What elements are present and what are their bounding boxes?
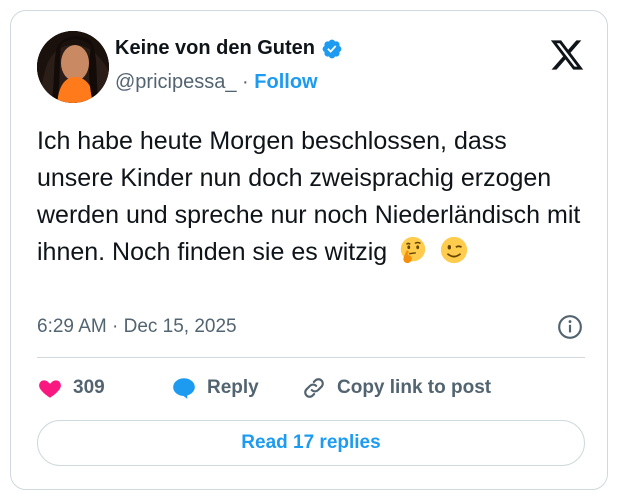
heart-icon bbox=[39, 380, 61, 398]
reply-label: Reply bbox=[207, 377, 259, 398]
like-count: 309 bbox=[73, 377, 105, 398]
reply-bubble-icon bbox=[173, 378, 195, 399]
author-handle[interactable]: @pricipessa_ bbox=[115, 71, 236, 93]
avatar[interactable] bbox=[37, 31, 109, 103]
thinking-face-icon bbox=[400, 236, 426, 264]
tweet-body: Ich habe heute Morgen beschlossen, dass … bbox=[37, 127, 581, 266]
link-icon bbox=[304, 378, 324, 398]
divider bbox=[37, 357, 585, 358]
handle-separator: · bbox=[242, 71, 249, 93]
author-display-name[interactable]: Keine von den Guten bbox=[115, 37, 315, 60]
read-replies-label: Read 17 replies bbox=[241, 432, 381, 453]
read-replies-button[interactable]: Read 17 replies bbox=[37, 420, 585, 466]
like-button[interactable]: 309 bbox=[37, 375, 105, 401]
copy-link-button[interactable]: Copy link to post bbox=[301, 375, 491, 401]
tweet-text: Ich habe heute Morgen beschlossen, dass … bbox=[37, 123, 587, 271]
winking-face-icon bbox=[440, 236, 468, 264]
reply-button[interactable]: Reply bbox=[171, 375, 259, 401]
author-name-row[interactable]: Keine von den Guten bbox=[115, 37, 343, 60]
verified-badge-icon bbox=[322, 39, 342, 58]
tweet-timestamp[interactable]: 6:29 AM · Dec 15, 2025 bbox=[37, 316, 237, 338]
info-icon[interactable] bbox=[557, 314, 583, 340]
action-bar: 309 Reply Copy link to post bbox=[37, 375, 585, 405]
copy-link-label: Copy link to post bbox=[337, 377, 492, 398]
tweet-card: Keine von den Guten @pricipessa_ · Follo… bbox=[10, 10, 608, 490]
x-logo-icon[interactable] bbox=[549, 37, 585, 73]
follow-button[interactable]: Follow bbox=[254, 71, 317, 93]
author-handle-row: @pricipessa_ · Follow bbox=[115, 71, 318, 94]
